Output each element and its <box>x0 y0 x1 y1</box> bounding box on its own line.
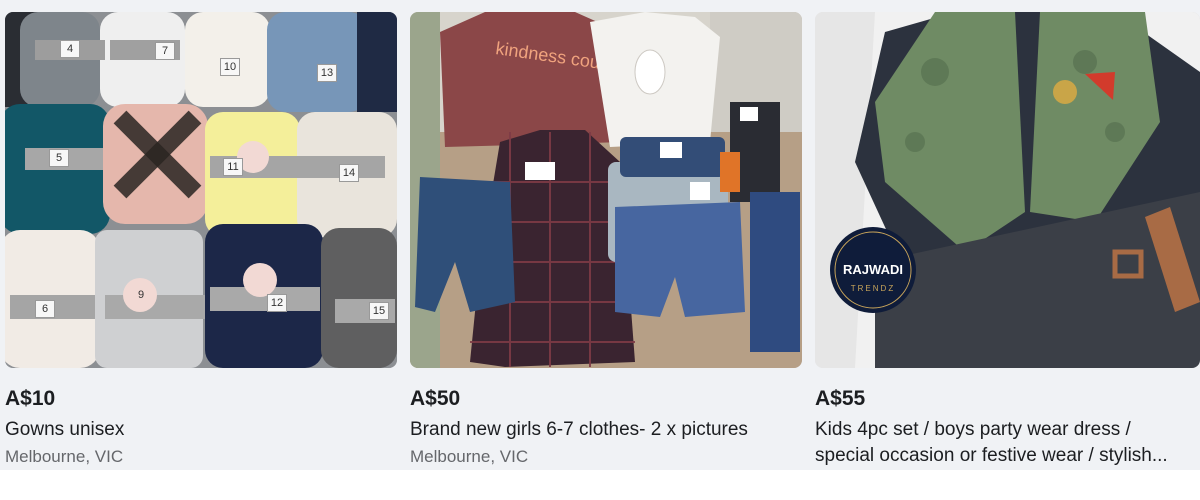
listing-title[interactable]: Kids 4pc set / boys party wear dress / s… <box>815 417 1187 469</box>
number-tag: 11 <box>223 158 243 176</box>
number-tag: 13 <box>317 64 337 82</box>
brand-badge-sub: TRENDZ <box>851 284 895 293</box>
number-tag: 9 <box>137 289 145 301</box>
number-tag: 12 <box>267 294 287 312</box>
listing-location: Melbourne, VIC <box>410 447 529 466</box>
number-tag: 7 <box>155 42 175 60</box>
number-tag: 6 <box>35 300 55 318</box>
listing-photo[interactable]: 4 7 10 13 5 11 14 9 12 6 15 <box>5 12 397 368</box>
number-tag: 10 <box>220 58 240 76</box>
listing-price: A$50 <box>410 387 461 410</box>
listing-price: A$10 <box>5 387 56 410</box>
listing-title[interactable]: Gowns unisex <box>5 417 124 443</box>
page-bottom-strip <box>0 470 1200 500</box>
number-tag: 15 <box>369 302 389 320</box>
listing-photo-gowns <box>5 12 397 368</box>
listing-price: A$55 <box>815 387 866 410</box>
listing-location: Melbourne, VIC <box>5 447 124 466</box>
listing-photo-kids-set: RAJWADI TRENDZ <box>815 12 1200 368</box>
brand-badge-name: RAJWADI <box>843 262 903 277</box>
listing-photo[interactable]: kindness counts <box>410 12 802 368</box>
listing-photo-girls-clothes: kindness counts <box>410 12 802 368</box>
number-tag: 5 <box>49 149 69 167</box>
listing-photo[interactable]: RAJWADI TRENDZ <box>815 12 1200 368</box>
listing-title[interactable]: Brand new girls 6-7 clothes- 2 x picture… <box>410 417 748 443</box>
number-tag: 14 <box>339 164 359 182</box>
number-tag: 4 <box>60 40 80 58</box>
